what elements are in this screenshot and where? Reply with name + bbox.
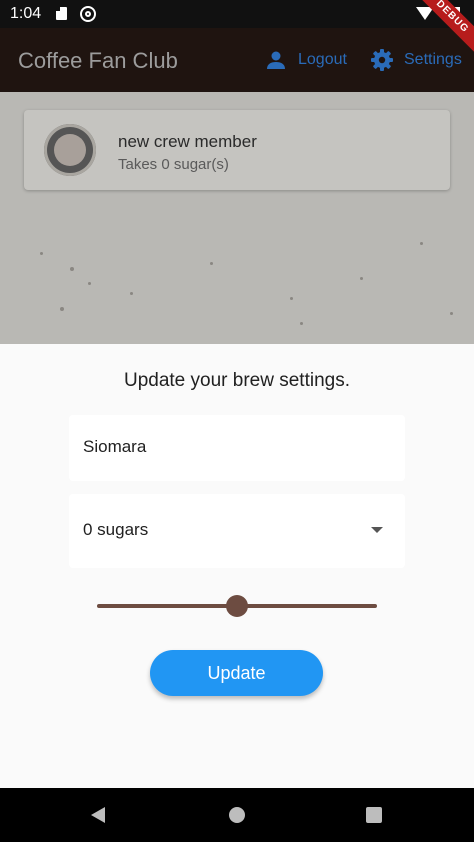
- texture-speck: [60, 307, 64, 311]
- strength-slider-thumb[interactable]: [226, 595, 248, 617]
- name-field-value: Siomara: [83, 437, 147, 456]
- sync-icon: [80, 6, 96, 22]
- sugars-dropdown-value: 0 sugars: [83, 520, 149, 539]
- status-time: 1:04: [10, 5, 42, 22]
- person-icon: [267, 51, 285, 69]
- gear-icon: [371, 49, 393, 71]
- texture-speck: [360, 277, 363, 280]
- logout-label: Logout: [298, 51, 347, 68]
- crew-member-name: new crew member: [118, 132, 257, 151]
- settings-bottom-sheet: Update your brew settings. Siomara 0 sug…: [0, 344, 474, 788]
- system-nav-bar: [0, 788, 474, 842]
- home-icon[interactable]: [229, 807, 245, 823]
- sd-card-icon: [56, 7, 67, 20]
- status-bar: 1:04: [0, 0, 474, 28]
- settings-button[interactable]: Settings: [370, 46, 462, 74]
- settings-label: Settings: [404, 51, 462, 68]
- coffee-cup-icon: [44, 124, 96, 176]
- texture-speck: [300, 322, 303, 325]
- crew-member-card[interactable]: new crew member Takes 0 sugar(s): [24, 110, 450, 190]
- crew-member-sugars: Takes 0 sugar(s): [118, 156, 229, 173]
- update-button[interactable]: Update: [150, 650, 323, 696]
- back-icon[interactable]: [91, 807, 105, 823]
- logout-button[interactable]: Logout: [264, 46, 347, 74]
- app-bar: Coffee Fan Club Logout Settings: [0, 28, 474, 92]
- recents-icon[interactable]: [366, 807, 382, 823]
- texture-speck: [450, 312, 453, 315]
- name-field[interactable]: Siomara: [69, 415, 405, 481]
- sugars-dropdown[interactable]: 0 sugars: [69, 494, 405, 568]
- texture-speck: [40, 252, 43, 255]
- texture-speck: [290, 297, 293, 300]
- sheet-title: Update your brew settings.: [123, 370, 350, 391]
- app-title: Coffee Fan Club: [18, 48, 178, 73]
- dropdown-arrow-icon: [371, 527, 383, 533]
- texture-speck: [70, 267, 74, 271]
- texture-speck: [210, 262, 213, 265]
- crew-list-backdrop: new crew member Takes 0 sugar(s): [0, 92, 474, 344]
- texture-speck: [420, 242, 423, 245]
- texture-speck: [88, 282, 91, 285]
- texture-speck: [130, 292, 133, 295]
